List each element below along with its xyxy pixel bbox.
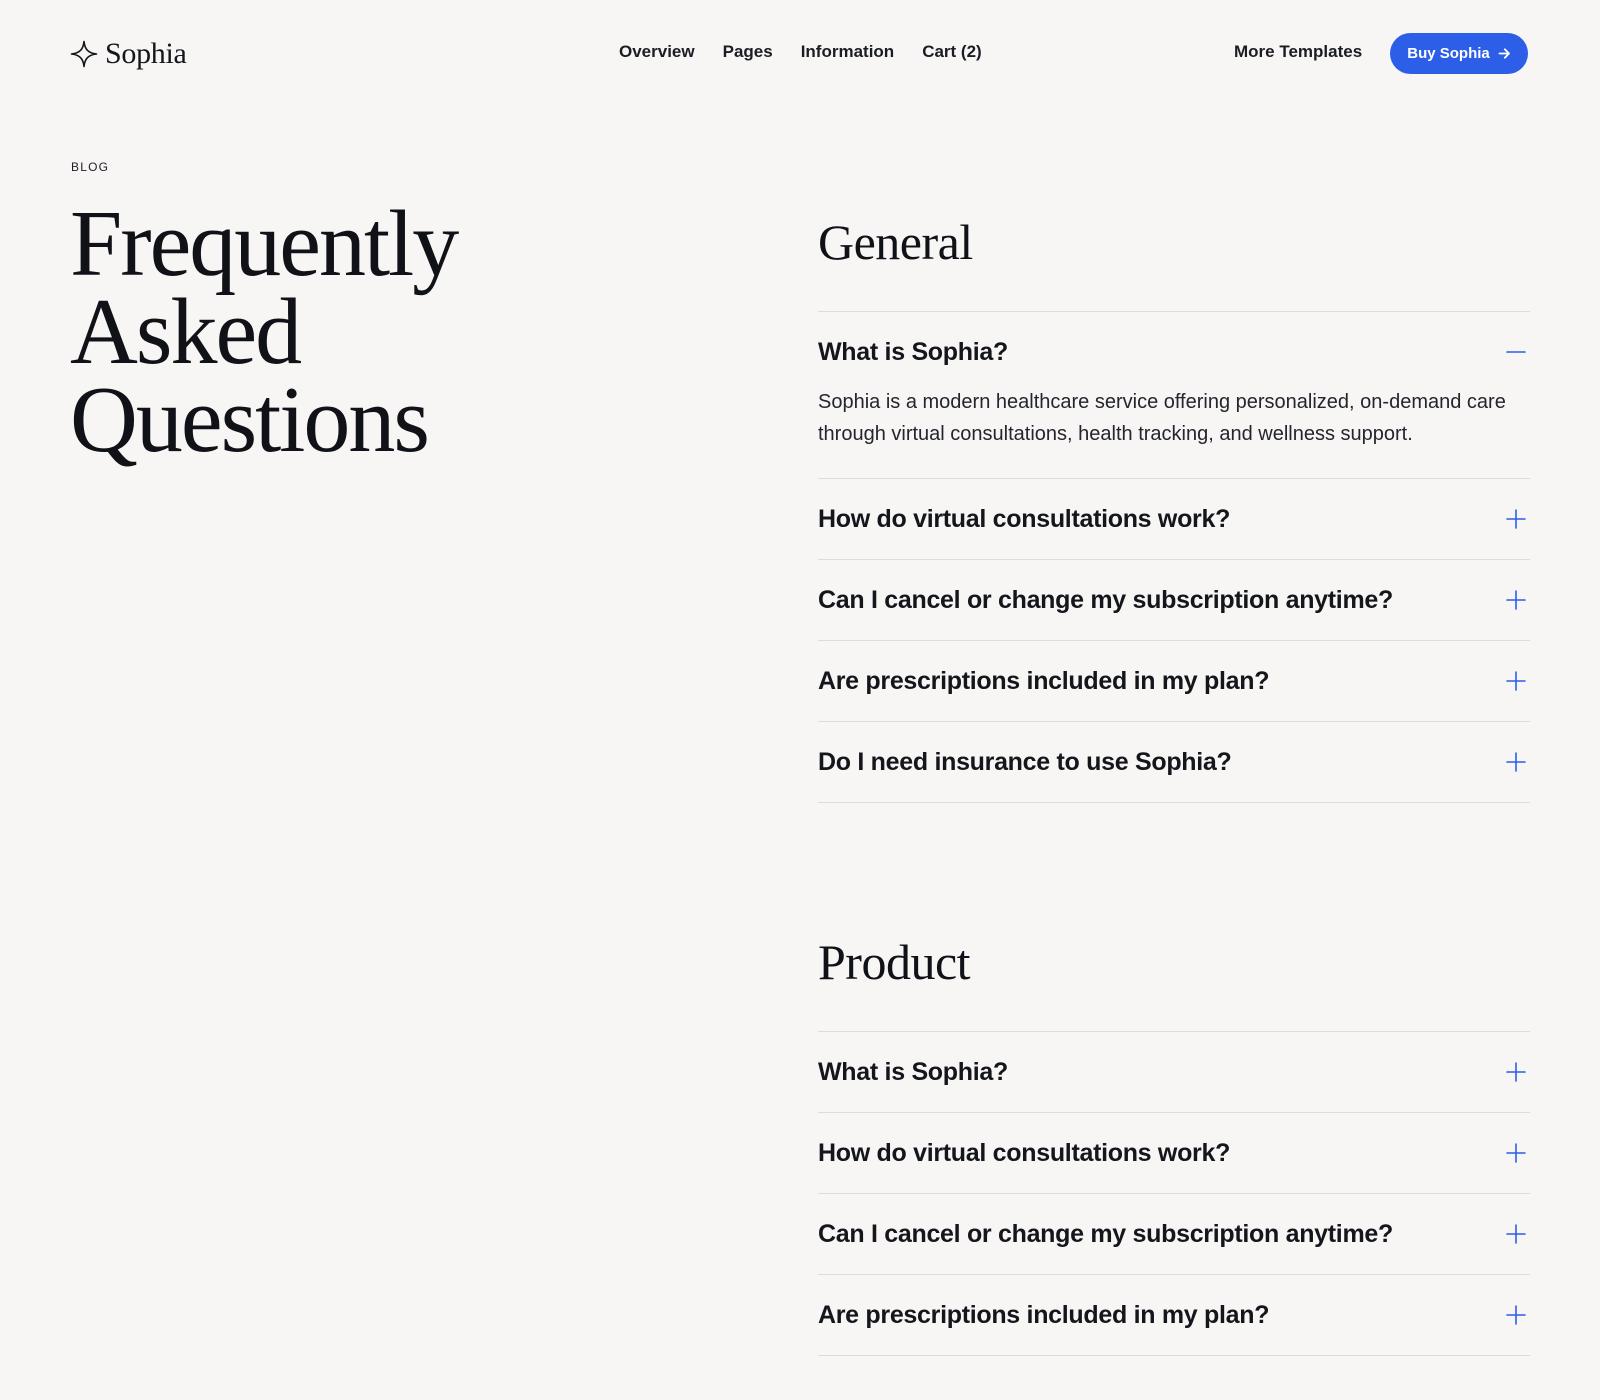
faq-item: How do virtual consultations work? — [818, 479, 1530, 560]
faq-item: What is Sophia? Sophia is a modern healt… — [818, 312, 1530, 479]
plus-icon[interactable] — [1505, 1223, 1527, 1245]
faq-question[interactable]: Can I cancel or change my subscription a… — [818, 560, 1530, 640]
plus-icon[interactable] — [1505, 508, 1527, 530]
faq-question-text: What is Sophia? — [818, 1057, 1008, 1086]
faq-question[interactable]: Can I cancel or change my subscription a… — [818, 1194, 1530, 1274]
plus-icon[interactable] — [1505, 1142, 1527, 1164]
faq-item: Can I cancel or change my subscription a… — [818, 1194, 1530, 1275]
logo-link[interactable]: Sophia — [70, 36, 187, 72]
plus-icon[interactable] — [1505, 1061, 1527, 1083]
faq-item: What is Sophia? — [818, 1032, 1530, 1113]
faq-question-text: How do virtual consultations work? — [818, 1138, 1231, 1167]
nav-overview[interactable]: Overview — [619, 40, 695, 64]
faq-question[interactable]: Do I need insurance to use Sophia? — [818, 722, 1530, 802]
buy-button[interactable]: Buy Sophia — [1390, 33, 1528, 74]
faq-list: What is Sophia? Sophia is a modern healt… — [818, 311, 1530, 803]
faq-question-text: Do I need insurance to use Sophia? — [818, 747, 1232, 776]
plus-icon[interactable] — [1505, 670, 1527, 692]
page-title-line: Frequently — [70, 192, 459, 296]
faq-question[interactable]: How do virtual consultations work? — [818, 1113, 1530, 1193]
faq-question[interactable]: What is Sophia? — [818, 1032, 1530, 1112]
main-nav: Overview Pages Information Cart (2) — [619, 40, 982, 64]
nav-cart[interactable]: Cart (2) — [922, 40, 982, 64]
plus-icon[interactable] — [1505, 751, 1527, 773]
faq-item: Can I cancel or change my subscription a… — [818, 560, 1530, 641]
page: Sophia Overview Pages Information Cart (… — [0, 0, 1600, 1400]
buy-button-label: Buy Sophia — [1407, 45, 1490, 62]
plus-icon[interactable] — [1505, 1304, 1527, 1326]
logo-text: Sophia — [105, 37, 187, 70]
faq-item: Are prescriptions included in my plan? — [818, 641, 1530, 722]
faq-question-text: How do virtual consultations work? — [818, 504, 1231, 533]
plus-icon[interactable] — [1505, 589, 1527, 611]
sparkle-icon — [70, 40, 98, 68]
faq-item: Do I need insurance to use Sophia? — [818, 722, 1530, 803]
faq-question-text: Are prescriptions included in my plan? — [818, 666, 1270, 695]
faq-section-general: General What is Sophia? Sophia is a mode… — [818, 212, 1530, 803]
nav-information[interactable]: Information — [801, 40, 895, 64]
faq-question[interactable]: How do virtual consultations work? — [818, 479, 1530, 559]
faq-question[interactable]: Are prescriptions included in my plan? — [818, 1275, 1530, 1355]
faq-item: How do virtual consultations work? — [818, 1113, 1530, 1194]
site-header: Sophia Overview Pages Information Cart (… — [0, 0, 1600, 106]
section-title: Product — [818, 934, 971, 990]
faq-question-text: Can I cancel or change my subscription a… — [818, 585, 1393, 614]
nav-pages[interactable]: Pages — [723, 40, 773, 64]
faq-section-product: Product What is Sophia? How do virtual c… — [818, 932, 1530, 1356]
more-templates-link[interactable]: More Templates — [1234, 40, 1362, 64]
minus-icon[interactable] — [1505, 341, 1527, 363]
faq-question-text: Are prescriptions included in my plan? — [818, 1300, 1270, 1329]
eyebrow-label: BLOG — [71, 160, 110, 174]
page-title: Frequently Asked Questions — [70, 192, 690, 472]
page-title-line: Questions — [70, 368, 430, 472]
page-title-line: Asked — [70, 280, 302, 384]
section-title: General — [818, 214, 973, 270]
faq-question-text: What is Sophia? — [818, 337, 1008, 366]
faq-question-text: Can I cancel or change my subscription a… — [818, 1219, 1393, 1248]
arrow-right-icon — [1498, 48, 1510, 59]
faq-question[interactable]: Are prescriptions included in my plan? — [818, 641, 1530, 721]
faq-list: What is Sophia? How do virtual consultat… — [818, 1031, 1530, 1356]
faq-item: Are prescriptions included in my plan? — [818, 1275, 1530, 1356]
faq-question[interactable]: What is Sophia? — [818, 312, 1530, 392]
faq-answer: Sophia is a modern healthcare service of… — [818, 391, 1506, 445]
